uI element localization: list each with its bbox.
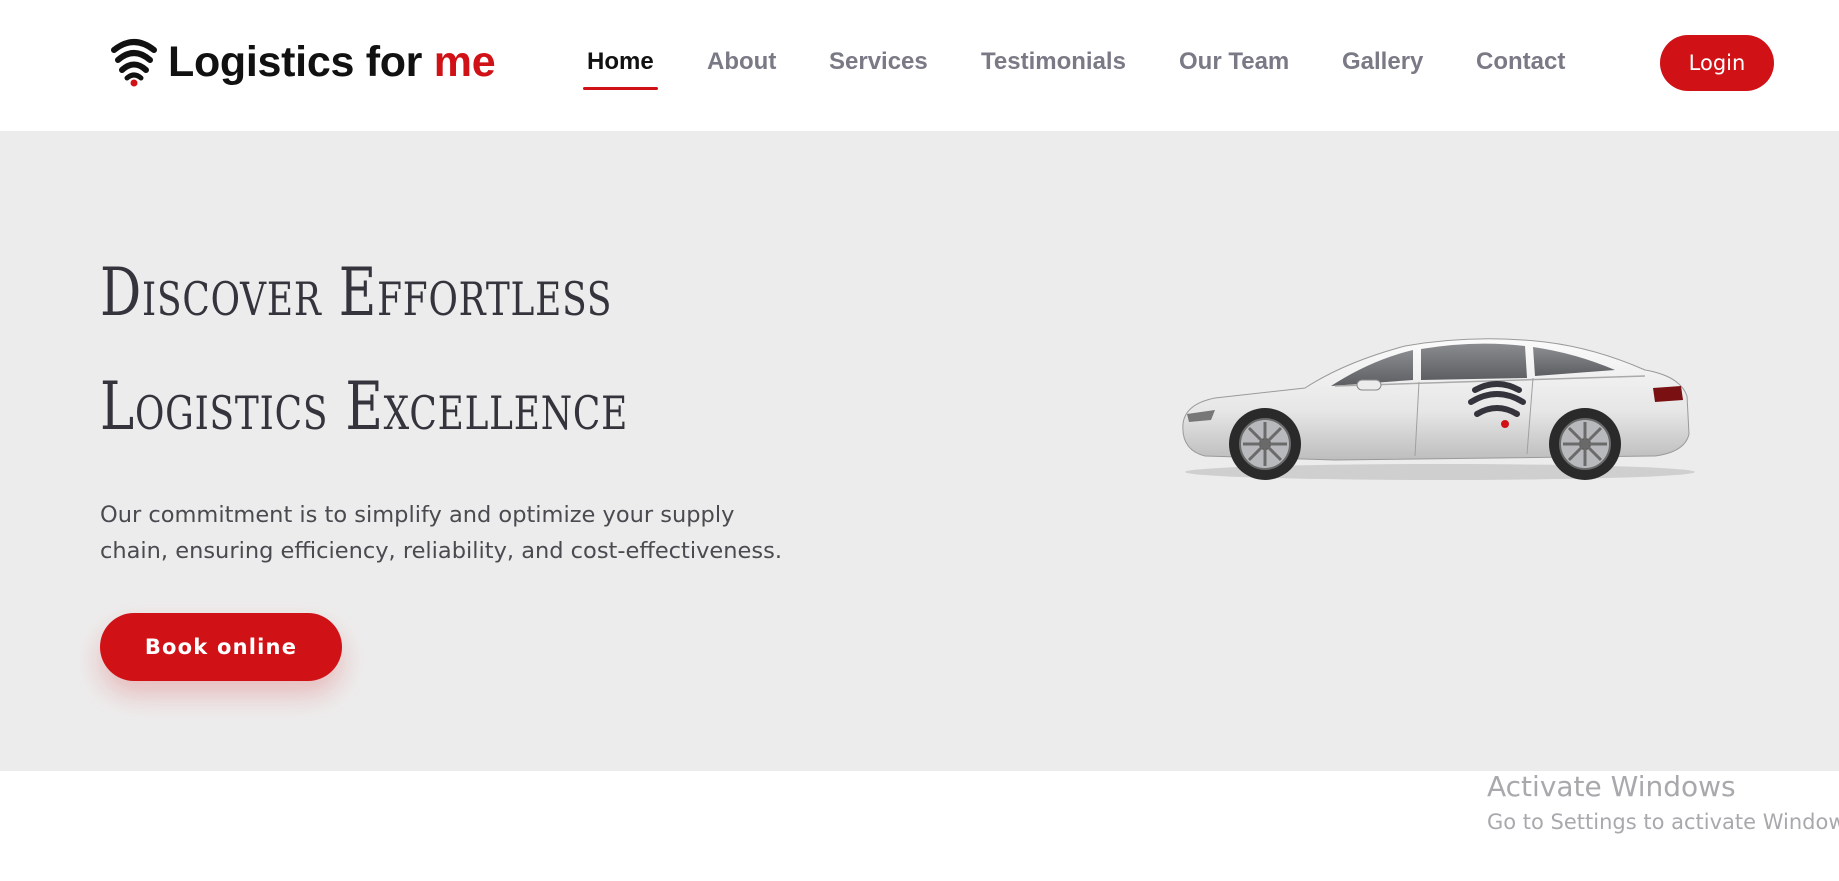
nav-about-label: About — [707, 48, 777, 75]
hero-subtitle: Our commitment is to simplify and optimi… — [100, 497, 800, 569]
hero-section: Discover Effortless Logistics Excellence… — [0, 131, 1839, 771]
nav-testimonials-label: Testimonials — [981, 48, 1126, 75]
nav-testimonials[interactable]: Testimonials — [981, 40, 1126, 90]
nav-gallery-label: Gallery — [1342, 48, 1424, 75]
hero-title-line-2: Logistics Excellence — [100, 368, 629, 445]
nav-services-label: Services — [829, 48, 928, 75]
nav-our-team-label: Our Team — [1179, 48, 1290, 75]
windows-activation-watermark: Activate Windows Go to Settings to activ… — [1487, 768, 1839, 838]
nav-our-team[interactable]: Our Team — [1179, 40, 1289, 90]
login-button[interactable]: Login — [1660, 35, 1774, 91]
site-header: Logistics for me Home About Services Tes… — [0, 0, 1839, 131]
nav-gallery[interactable]: Gallery — [1342, 40, 1423, 90]
hero-subtitle-line-2: chain, ensuring efficiency, reliability,… — [100, 538, 782, 564]
nav-services[interactable]: Services — [829, 40, 928, 90]
watermark-title: Activate Windows — [1487, 770, 1736, 803]
nav-home-label: Home — [587, 48, 654, 75]
hero-title-line-1: Discover Effortless — [100, 254, 613, 331]
nav-home[interactable]: Home — [583, 40, 658, 90]
active-nav-underline — [583, 87, 658, 90]
nav-contact-label: Contact — [1476, 48, 1566, 75]
hero-subtitle-line-1: Our commitment is to simplify and optimi… — [100, 502, 735, 528]
nav-contact[interactable]: Contact — [1476, 40, 1565, 90]
car-image — [1182, 338, 1695, 480]
book-online-button[interactable]: Book online — [100, 613, 342, 681]
watermark-subtitle: Go to Settings to activate Windows. — [1487, 810, 1839, 834]
nav-about[interactable]: About — [707, 40, 776, 90]
main-nav: Home About Services Testimonials Our Tea… — [0, 40, 1839, 90]
hero-title: Discover Effortless Logistics Excellence — [100, 236, 628, 464]
